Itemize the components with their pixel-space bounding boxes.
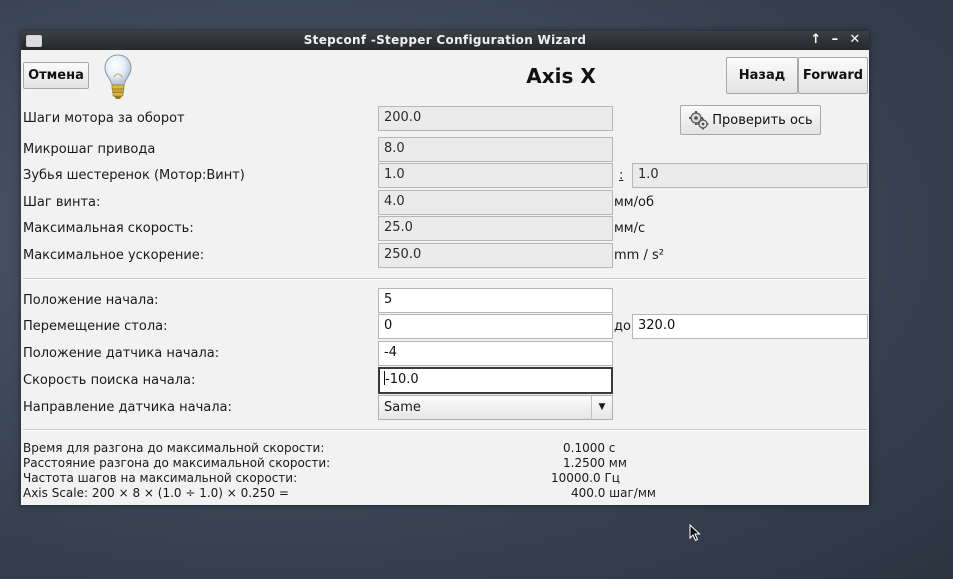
max-velocity-field[interactable]: 25.0 [378, 216, 613, 241]
screw-pitch-field[interactable]: 4.0 [378, 190, 613, 215]
search-velocity-label: Скорость поиска начала: [23, 373, 196, 388]
test-axis-button-label: Проверить ось [712, 112, 813, 128]
axis-scale-label: Axis Scale: 200 × 8 × (1.0 ÷ 1.0) × 0.25… [23, 486, 289, 500]
window-title: Stepconf -Stepper Configuration Wizard [303, 33, 587, 47]
search-velocity-value: -10.0 [385, 372, 419, 387]
travel-max-input[interactable]: 320.0 [632, 314, 868, 339]
home-switch-label: Положение датчика начала: [23, 346, 220, 361]
section-divider [23, 429, 867, 431]
maximize-icon[interactable]: ↑ [808, 32, 824, 48]
home-direction-label: Направление датчика начала: [23, 400, 232, 415]
max-acceleration-field[interactable]: 250.0 [378, 243, 613, 268]
dropdown-arrow-icon: ▼ [591, 396, 612, 419]
home-direction-select[interactable]: Same ▼ [378, 395, 613, 420]
home-switch-input[interactable]: -4 [378, 341, 613, 366]
accel-time-value: 0.1000 с [563, 441, 616, 455]
screw-pitch-label: Шаг винта: [23, 195, 101, 210]
stepconf-window: Stepconf -Stepper Configuration Wizard ↑… [21, 31, 869, 505]
gears-icon [689, 111, 709, 130]
forward-button[interactable]: Forward [798, 57, 868, 94]
step-rate-label: Частота шагов на максимальной скорости: [23, 471, 298, 485]
accel-time-label: Время для разгона до максимальной скорос… [23, 441, 325, 455]
gear-screw-field[interactable]: 1.0 [632, 163, 868, 188]
max-velocity-label: Максимальная скорость: [23, 221, 194, 236]
back-button[interactable]: Назад [726, 57, 798, 94]
minimize-icon[interactable]: – [827, 32, 843, 48]
window-titlebar[interactable]: Stepconf -Stepper Configuration Wizard ↑… [21, 31, 869, 50]
microstep-field[interactable]: 8.0 [378, 137, 613, 162]
page-title: Axis X [526, 64, 596, 88]
wizard-toolbar: Отмена Axis X Назад Forward [21, 50, 869, 102]
travel-min-input[interactable]: 0 [378, 314, 613, 339]
max-velocity-unit: мм/с [614, 221, 646, 236]
max-acceleration-unit: mm / s² [614, 248, 664, 263]
axis-config-panel: Шаги мотора за оборот 200.0 Проверить ос… [21, 102, 869, 505]
home-direction-value: Same [384, 400, 421, 415]
gear-motor-field[interactable]: 1.0 [378, 163, 613, 188]
home-position-input[interactable]: 5 [378, 288, 613, 313]
motor-steps-label: Шаги мотора за оборот [23, 111, 185, 126]
home-position-label: Положение начала: [23, 293, 159, 308]
microstep-label: Микрошаг привода [23, 142, 156, 157]
gear-ratio-label: Зубья шестеренок (Мотор:Винт) [23, 168, 245, 183]
search-velocity-input[interactable]: -10.0 [378, 367, 613, 394]
gear-ratio-separator: : [619, 168, 624, 183]
motor-steps-field[interactable]: 200.0 [378, 106, 613, 131]
close-icon[interactable]: ✕ [847, 32, 863, 48]
step-rate-value: 10000.0 Гц [551, 471, 620, 485]
lightbulb-icon [104, 54, 132, 99]
max-acceleration-label: Максимальное ускорение: [23, 248, 205, 263]
test-axis-button[interactable]: Проверить ось [680, 105, 821, 135]
table-travel-label: Перемещение стола: [23, 319, 168, 334]
screw-pitch-unit: мм/об [614, 195, 654, 210]
axis-scale-value: 400.0 шаг/мм [571, 486, 656, 500]
accel-distance-label: Расстояние разгона до максимальной скоро… [23, 456, 331, 470]
cancel-button[interactable]: Отмена [23, 62, 89, 89]
mouse-pointer-icon [689, 524, 701, 542]
accel-distance-value: 1.2500 мм [563, 456, 627, 470]
travel-to-label: до [614, 319, 631, 334]
section-divider [23, 278, 867, 280]
